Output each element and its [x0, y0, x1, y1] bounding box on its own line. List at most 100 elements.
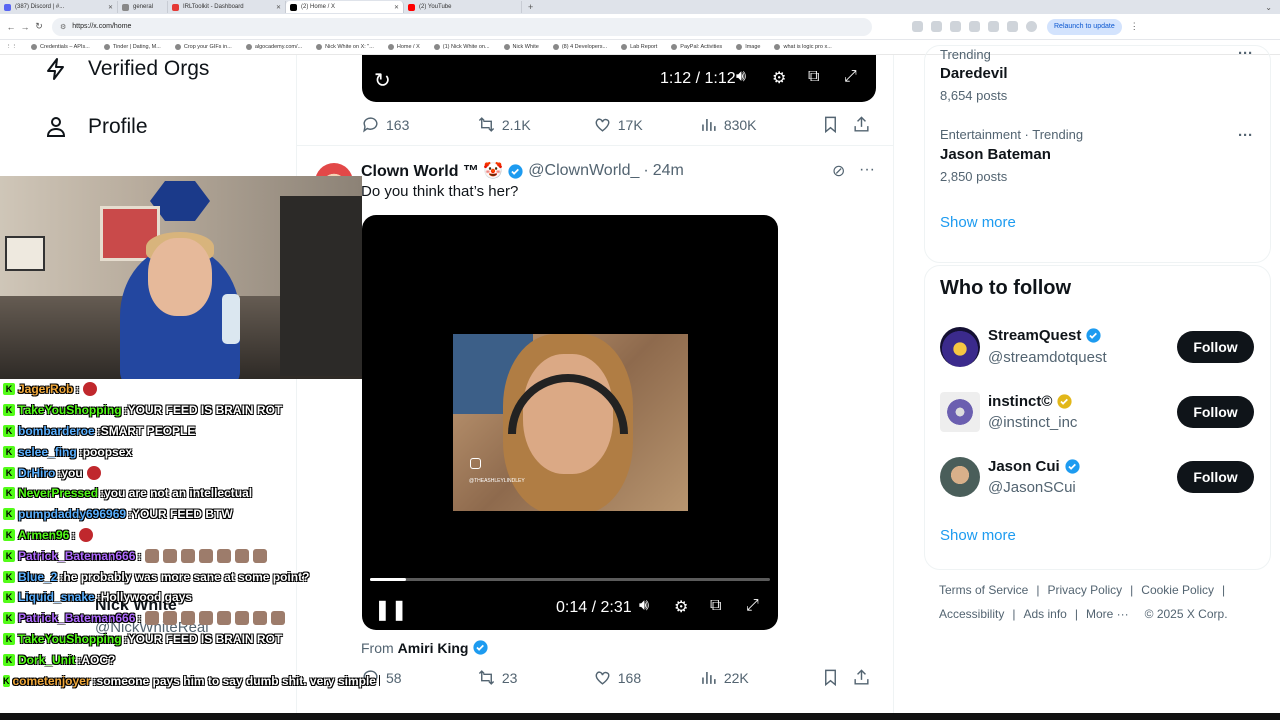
account-name[interactable]: StreamQuest: [988, 327, 1102, 344]
extension-icon[interactable]: [931, 21, 942, 32]
bookmark-button[interactable]: [821, 115, 852, 134]
relaunch-button[interactable]: Relaunch to update: [1047, 18, 1122, 35]
bookmark-item[interactable]: Tinder | Dating, M...: [103, 44, 161, 50]
more-options-icon[interactable]: ···: [859, 161, 875, 179]
site-info-icon[interactable]: ⚙: [60, 23, 66, 31]
watermark: @THEASHLEYLINDLEY: [469, 478, 525, 484]
video-player[interactable]: ↻ 1:12 / 1:12 🔊︎ ⚙ ⧉ ⤢: [362, 55, 876, 102]
share-button[interactable]: [852, 668, 877, 687]
views-button[interactable]: 22K: [699, 668, 821, 687]
extension-icon[interactable]: [912, 21, 923, 32]
pip-icon[interactable]: ⧉: [710, 597, 721, 615]
footer-more-link[interactable]: More ···: [1086, 607, 1129, 621]
chat-message: Kcometenjoyer : someone pays him to say …: [0, 670, 380, 691]
back-icon[interactable]: ←: [4, 22, 18, 32]
close-icon[interactable]: ✕: [108, 4, 113, 11]
tab-search-icon[interactable]: ⌄: [1265, 3, 1272, 12]
follow-button[interactable]: Follow: [1177, 331, 1254, 363]
tab-x-home[interactable]: (2) Home / X ✕: [286, 1, 404, 13]
close-icon[interactable]: ✕: [276, 4, 281, 11]
bookmark-item[interactable]: Nick White: [503, 44, 539, 50]
reload-icon[interactable]: ↻: [32, 21, 46, 32]
trend-name[interactable]: Daredevil: [940, 65, 1008, 82]
bookmark-item[interactable]: Image: [736, 44, 760, 50]
apps-icon[interactable]: ⋮⋮: [6, 44, 17, 50]
view-count: 830K: [723, 116, 757, 133]
nav-verified-orgs[interactable]: Verified Orgs: [44, 57, 209, 81]
emote-icon: [235, 611, 250, 626]
more-options-icon[interactable]: ···: [1238, 127, 1253, 144]
views-button[interactable]: 830K: [699, 115, 821, 134]
avatar[interactable]: [940, 457, 980, 497]
like-button[interactable]: 17K: [593, 115, 699, 134]
bookmark-item[interactable]: (1) Nick White on...: [433, 44, 490, 50]
tab-irltoolkit[interactable]: IRLToolkit - Dashboard ✕: [168, 1, 286, 13]
footer-cookie-link[interactable]: Cookie Policy: [1141, 583, 1214, 597]
footer-privacy-link[interactable]: Privacy Policy: [1047, 583, 1122, 597]
chat-text: YOUR FEED BTW: [132, 507, 233, 522]
bookmark-button[interactable]: [821, 668, 852, 687]
close-icon[interactable]: ✕: [394, 4, 399, 11]
bookmark-label: algocademy.com/...: [254, 44, 303, 50]
account-name[interactable]: instinct©: [988, 393, 1073, 410]
follow-button[interactable]: Follow: [1177, 396, 1254, 428]
avatar[interactable]: [940, 327, 980, 367]
grok-icon[interactable]: ⊘: [832, 161, 845, 181]
like-button[interactable]: 168: [593, 668, 699, 687]
share-button[interactable]: [852, 115, 877, 134]
forward-icon[interactable]: →: [18, 22, 32, 32]
bookmark-item[interactable]: Lab Report: [621, 44, 657, 50]
follow-button[interactable]: Follow: [1177, 461, 1254, 493]
extension-icon[interactable]: [969, 21, 980, 32]
video-player[interactable]: @THEASHLEYLINDLEY ❚❚ 0:14 / 2:31 🔊︎ ⚙ ⧉ …: [362, 215, 778, 630]
bookmark-item[interactable]: what is logic pro x...: [774, 44, 832, 50]
bookmark-item[interactable]: algocademy.com/...: [245, 44, 303, 50]
more-icon[interactable]: ⋮: [1130, 21, 1139, 32]
settings-icon[interactable]: ⚙: [674, 597, 688, 617]
bookmark-item[interactable]: PayPal: Activities: [671, 44, 722, 50]
bookmark-item[interactable]: Credentials – APIs...: [31, 44, 90, 50]
author-name[interactable]: Clown World ™ 🤡: [361, 161, 503, 181]
extension-icon[interactable]: [950, 21, 961, 32]
emote-icon: [86, 465, 101, 480]
bookmark-item[interactable]: Crop your GIFs in...: [174, 44, 232, 50]
progress-bar[interactable]: [370, 578, 770, 581]
footer-ads-link[interactable]: Ads info: [1023, 607, 1066, 621]
trend-name[interactable]: Jason Bateman: [940, 146, 1051, 163]
who-to-follow-show-more[interactable]: Show more: [940, 527, 1016, 544]
profile-avatar-icon[interactable]: [1026, 21, 1037, 32]
bookmark-item[interactable]: Home / X: [387, 44, 420, 50]
from-attribution[interactable]: From Amiri King: [361, 639, 489, 656]
extension-icon[interactable]: [1007, 21, 1018, 32]
footer-terms-link[interactable]: Terms of Service: [939, 583, 1028, 597]
trends-show-more[interactable]: Show more: [940, 214, 1016, 231]
settings-icon[interactable]: ⚙: [772, 68, 786, 88]
new-tab-button[interactable]: +: [522, 2, 539, 12]
volume-icon[interactable]: 🔊︎: [639, 597, 649, 615]
nav-profile[interactable]: Profile: [44, 115, 148, 139]
pip-icon[interactable]: ⧉: [808, 68, 819, 86]
replay-icon[interactable]: ↻: [374, 68, 391, 93]
tab-discord[interactable]: (387) Discord | #... ✕: [0, 1, 118, 13]
emote-icon: [199, 611, 214, 626]
account-name[interactable]: Jason Cui: [988, 458, 1081, 475]
bookmark-label: Nick White on X: "...: [325, 44, 374, 50]
more-options-icon[interactable]: ···: [1238, 45, 1253, 62]
extension-icon[interactable]: [988, 21, 999, 32]
tweet-time[interactable]: 24m: [653, 162, 684, 180]
repost-button[interactable]: 23: [477, 668, 593, 687]
repost-button[interactable]: 2.1K: [477, 115, 593, 134]
reply-button[interactable]: 163: [361, 115, 477, 134]
footer-accessibility-link[interactable]: Accessibility: [939, 607, 1004, 621]
tab-general[interactable]: general: [118, 1, 168, 13]
fullscreen-icon[interactable]: ⤢: [746, 597, 759, 615]
volume-icon[interactable]: 🔊︎: [736, 68, 746, 86]
author-handle[interactable]: @ClownWorld_: [528, 162, 639, 180]
tab-youtube[interactable]: (2) YouTube: [404, 1, 522, 13]
avatar[interactable]: [940, 392, 980, 432]
bookmark-item[interactable]: (8) 4 Developers...: [552, 44, 607, 50]
bookmark-item[interactable]: Nick White on X: "...: [316, 44, 374, 50]
address-bar[interactable]: ⚙ https://x.com/home: [52, 17, 872, 36]
fullscreen-icon[interactable]: ⤢: [844, 68, 857, 86]
stream-chat-overlay: K JagerRob : K TakeYouShopping : YOUR FEED…: [0, 379, 380, 709]
